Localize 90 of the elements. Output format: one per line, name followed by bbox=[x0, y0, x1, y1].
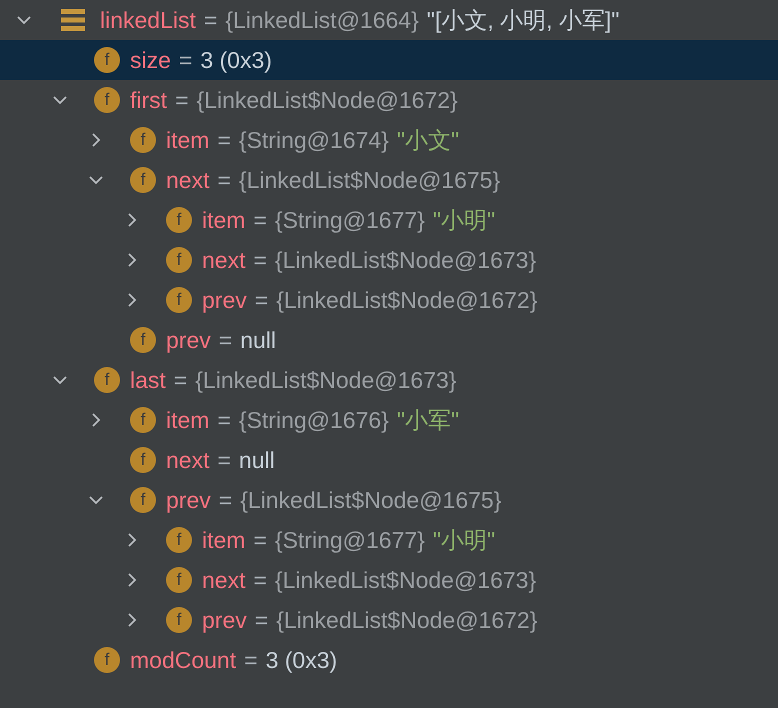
object-reference: {String@1677} bbox=[274, 526, 425, 554]
object-reference: {LinkedList$Node@1673} bbox=[195, 366, 456, 394]
equals-sign: = bbox=[253, 566, 267, 594]
variable-name: prev bbox=[166, 326, 211, 354]
tree-row[interactable]: f first = {LinkedList$Node@1672} bbox=[0, 80, 778, 120]
variable-name: next bbox=[202, 566, 246, 594]
field-icon: f bbox=[94, 87, 120, 113]
tree-row[interactable]: f next = {LinkedList$Node@1673} bbox=[0, 560, 778, 600]
variable-name: first bbox=[130, 86, 168, 114]
tree-row[interactable]: f prev = {LinkedList$Node@1672} bbox=[0, 600, 778, 640]
variable-name: next bbox=[166, 166, 210, 194]
equals-sign: = bbox=[217, 166, 231, 194]
tree-row[interactable]: f item = {String@1676} "小军" bbox=[0, 400, 778, 440]
field-icon: f bbox=[166, 207, 192, 233]
object-reference: {LinkedList$Node@1672} bbox=[276, 606, 538, 634]
equals-sign: = bbox=[217, 126, 231, 154]
object-reference: {LinkedList@1664} bbox=[225, 6, 419, 34]
variable-name: prev bbox=[202, 606, 247, 634]
variable-value: "[小文, 小明, 小军]" bbox=[426, 6, 620, 35]
field-icon: f bbox=[166, 607, 192, 633]
object-reference: {LinkedList$Node@1672} bbox=[276, 286, 538, 314]
object-reference: {LinkedList$Node@1675} bbox=[238, 166, 500, 194]
equals-sign: = bbox=[217, 446, 231, 474]
tree-row[interactable]: f item = {String@1677} "小明" bbox=[0, 200, 778, 240]
variable-name: item bbox=[202, 206, 246, 234]
field-icon: f bbox=[166, 567, 192, 593]
variable-name: item bbox=[166, 126, 210, 154]
tree-row[interactable]: f prev = {LinkedList$Node@1672} bbox=[0, 280, 778, 320]
equals-sign: = bbox=[253, 206, 267, 234]
variable-value: null bbox=[240, 326, 276, 354]
field-icon: f bbox=[94, 47, 120, 73]
variable-value: "小明" bbox=[432, 206, 496, 234]
object-reference: {LinkedList$Node@1675} bbox=[240, 486, 502, 514]
field-icon: f bbox=[130, 407, 156, 433]
tree-row[interactable]: f size = 3 (0x3) bbox=[0, 40, 778, 80]
variable-name: prev bbox=[166, 486, 211, 514]
field-icon: f bbox=[94, 647, 120, 673]
variable-value: "小明" bbox=[432, 526, 496, 554]
equals-sign: = bbox=[174, 366, 188, 394]
equals-sign: = bbox=[253, 246, 267, 274]
tree-row[interactable]: f modCount = 3 (0x3) bbox=[0, 640, 778, 680]
equals-sign: = bbox=[175, 86, 188, 114]
variable-name: modCount bbox=[130, 646, 236, 674]
equals-sign: = bbox=[218, 326, 232, 354]
equals-sign: = bbox=[244, 646, 258, 674]
equals-sign: = bbox=[254, 606, 268, 634]
object-reference: {String@1674} bbox=[238, 126, 389, 154]
tree-row[interactable]: f next = {LinkedList$Node@1673} bbox=[0, 240, 778, 280]
tree-row[interactable]: f item = {String@1674} "小文" bbox=[0, 120, 778, 160]
tree-row[interactable]: f next = {LinkedList$Node@1675} bbox=[0, 160, 778, 200]
field-icon: f bbox=[130, 327, 156, 353]
equals-sign: = bbox=[254, 286, 268, 314]
field-icon: f bbox=[130, 447, 156, 473]
field-icon: f bbox=[166, 527, 192, 553]
equals-sign: = bbox=[253, 526, 267, 554]
tree-row[interactable]: f last = {LinkedList$Node@1673} bbox=[0, 360, 778, 400]
tree-row[interactable]: f item = {String@1677} "小明" bbox=[0, 520, 778, 560]
variable-value: 3 (0x3) bbox=[266, 646, 338, 674]
field-icon: f bbox=[166, 287, 192, 313]
variable-name: item bbox=[202, 526, 246, 554]
equals-sign: = bbox=[204, 6, 218, 34]
variable-value: "小军" bbox=[396, 406, 460, 434]
variable-name: linkedList bbox=[100, 6, 196, 34]
equals-sign: = bbox=[218, 486, 232, 514]
equals-sign: = bbox=[217, 406, 231, 434]
variable-value: null bbox=[238, 446, 275, 474]
tree-row[interactable]: f next = null bbox=[0, 440, 778, 480]
field-icon: f bbox=[130, 167, 156, 193]
variable-name: prev bbox=[202, 286, 247, 314]
variable-value: 3 (0x3) bbox=[200, 46, 272, 74]
tree-row[interactable]: f prev = null bbox=[0, 320, 778, 360]
object-reference: {LinkedList$Node@1672} bbox=[196, 86, 458, 114]
object-reference: {LinkedList$Node@1673} bbox=[274, 566, 536, 594]
object-reference: {LinkedList$Node@1673} bbox=[274, 246, 536, 274]
variable-name: next bbox=[166, 446, 210, 474]
variable-value: "小文" bbox=[396, 126, 460, 154]
object-reference: {String@1676} bbox=[238, 406, 389, 434]
object-reference: {String@1677} bbox=[274, 206, 425, 234]
variable-name: next bbox=[202, 246, 246, 274]
tree-row[interactable]: f prev = {LinkedList$Node@1675} bbox=[0, 480, 778, 520]
variable-name: last bbox=[130, 366, 166, 394]
list-icon bbox=[60, 7, 86, 33]
variable-name: item bbox=[166, 406, 210, 434]
variable-name: size bbox=[130, 46, 171, 74]
equals-sign: = bbox=[178, 46, 192, 74]
field-icon: f bbox=[166, 247, 192, 273]
field-icon: f bbox=[130, 127, 156, 153]
field-icon: f bbox=[94, 367, 120, 393]
field-icon: f bbox=[130, 487, 156, 513]
tree-row[interactable]: linkedList = {LinkedList@1664} "[小文, 小明, 小军]" bbox=[0, 0, 778, 40]
